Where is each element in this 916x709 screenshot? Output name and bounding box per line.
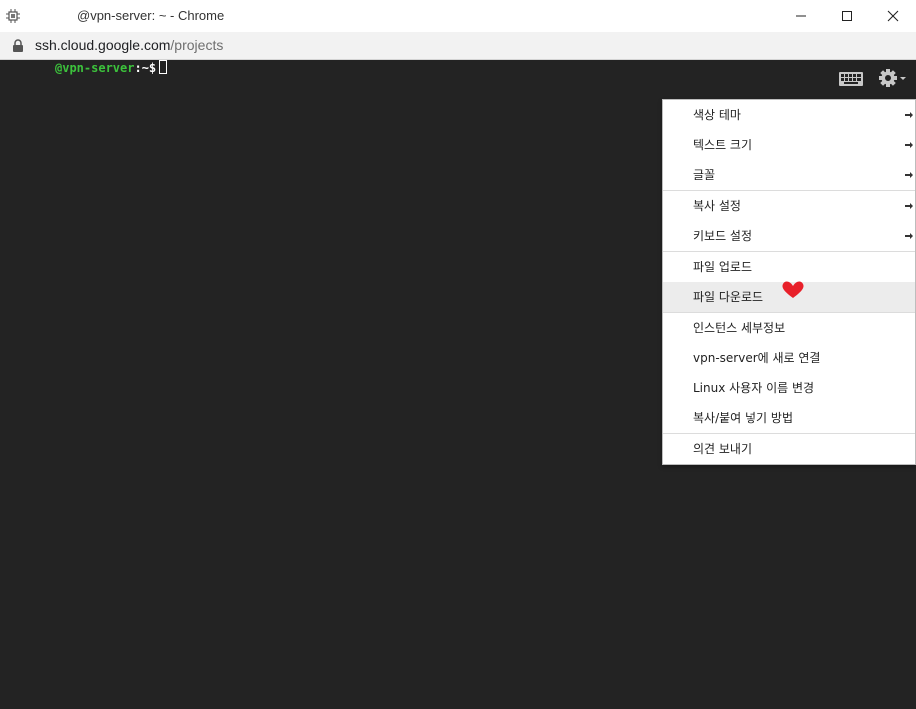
heart-icon [782, 281, 804, 298]
menu-item-upload-file[interactable]: 파일 업로드 [663, 252, 915, 282]
menu-item-copy-settings[interactable]: 복사 설정 [663, 191, 915, 221]
menu-item-instance-details[interactable]: 인스턴스 세부정보 [663, 313, 915, 343]
menu-item-label: 글꼴 [693, 168, 716, 182]
menu-item-new-connection[interactable]: vpn-server에 새로 연결 [663, 343, 915, 373]
submenu-arrow-icon [905, 233, 913, 239]
menu-item-label: 복사 설정 [693, 199, 741, 213]
menu-item-label: 텍스트 크기 [693, 138, 753, 152]
chip-icon [5, 8, 21, 24]
close-button[interactable] [870, 0, 916, 32]
url-path: /projects [170, 37, 224, 53]
menu-group-instance: 인스턴스 세부정보 vpn-server에 새로 연결 Linux 사용자 이름… [663, 313, 915, 434]
menu-item-font[interactable]: 글꼴 [663, 160, 915, 190]
window-titlebar[interactable]: @vpn-server: ~ - Chrome [0, 0, 916, 33]
url-text[interactable]: ssh.cloud.google.com/projects [35, 37, 223, 53]
menu-item-label: 의견 보내기 [693, 442, 753, 456]
prompt-host: @vpn-server [55, 61, 135, 75]
menu-item-text-size[interactable]: 텍스트 크기 [663, 130, 915, 160]
menu-item-copy-paste-help[interactable]: 복사/붙여 넣기 방법 [663, 403, 915, 433]
menu-item-label: 키보드 설정 [693, 229, 753, 243]
submenu-arrow-icon [905, 142, 913, 148]
menu-item-color-theme[interactable]: 색상 테마 [663, 100, 915, 130]
submenu-arrow-icon [905, 172, 913, 178]
submenu-arrow-icon [905, 203, 913, 209]
terminal-cursor [159, 60, 168, 74]
menu-item-label: 인스턴스 세부정보 [693, 321, 786, 335]
menu-group-settings: 복사 설정 키보드 설정 [663, 191, 915, 252]
menu-item-label: 파일 업로드 [693, 260, 753, 274]
maximize-button[interactable] [824, 0, 870, 32]
minimize-button[interactable] [778, 0, 824, 32]
menu-group-files: 파일 업로드 파일 다운로드 [663, 252, 915, 313]
menu-group-feedback: 의견 보내기 [663, 434, 915, 464]
terminal-prompt: @vpn-server:~$ [55, 60, 168, 75]
menu-item-keyboard-settings[interactable]: 키보드 설정 [663, 221, 915, 251]
gear-icon[interactable] [877, 68, 907, 90]
url-host: ssh.cloud.google.com [35, 37, 171, 53]
settings-menu: 색상 테마 텍스트 크기 글꼴 복사 설정 키보드 설정 파일 업로드 파일 다… [662, 99, 916, 465]
minimize-icon [796, 15, 806, 17]
keyboard-icon[interactable] [839, 71, 863, 90]
menu-item-label: 색상 테마 [693, 108, 741, 122]
submenu-arrow-icon [905, 112, 913, 118]
address-bar[interactable]: ssh.cloud.google.com/projects [0, 32, 916, 60]
prompt-suffix: :~$ [134, 61, 157, 75]
menu-item-label: 복사/붙여 넣기 방법 [693, 411, 793, 425]
maximize-icon [842, 11, 852, 21]
menu-item-label: vpn-server에 새로 연결 [693, 351, 821, 365]
menu-item-label: 파일 다운로드 [693, 290, 764, 304]
menu-item-label: Linux 사용자 이름 변경 [693, 381, 815, 395]
menu-item-change-linux-username[interactable]: Linux 사용자 이름 변경 [663, 373, 915, 403]
lock-icon [12, 38, 24, 52]
menu-item-send-feedback[interactable]: 의견 보내기 [663, 434, 915, 464]
menu-group-appearance: 색상 테마 텍스트 크기 글꼴 [663, 100, 915, 191]
window-title: @vpn-server: ~ - Chrome [77, 8, 225, 23]
close-icon [887, 10, 899, 22]
menu-item-download-file[interactable]: 파일 다운로드 [663, 281, 915, 312]
